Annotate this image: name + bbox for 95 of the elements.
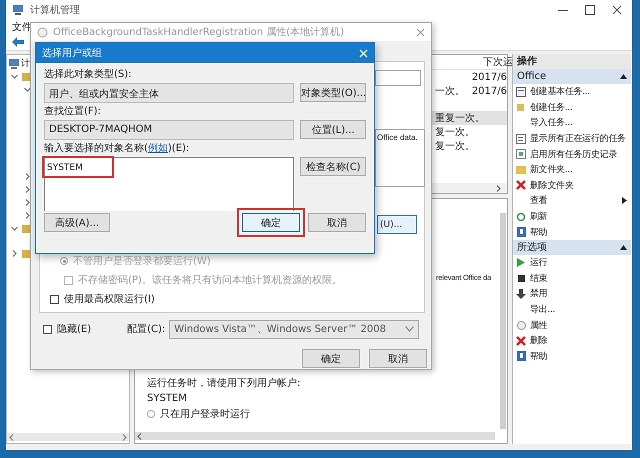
field-label: 输入要选择的对象名称(例如)(E):	[44, 142, 190, 156]
clock-icon	[37, 26, 48, 38]
help-icon	[516, 351, 526, 362]
collapse-arrow-icon[interactable]	[620, 244, 627, 250]
advanced-button[interactable]: 高级(A)...	[44, 213, 110, 232]
object-type-field: 用户、组或内置安全主体	[44, 83, 294, 103]
section-header[interactable]: Office	[513, 69, 631, 84]
tree-item[interactable]: 计	[21, 57, 30, 70]
pane-title: 操作	[513, 54, 631, 69]
text-field[interactable]	[375, 70, 421, 86]
radio-button[interactable]	[147, 410, 155, 418]
action-item[interactable]: 导入任务...	[530, 116, 572, 130]
close-icon[interactable]	[612, 5, 622, 15]
action-item[interactable]: 删除文件夹	[530, 178, 574, 192]
play-icon	[517, 258, 525, 268]
action-item[interactable]: 刷新	[530, 210, 548, 224]
down-arrow-icon	[516, 288, 526, 299]
dialog-button[interactable]: 取消	[369, 349, 427, 368]
radio-button[interactable]	[60, 257, 68, 265]
list-icon	[516, 134, 526, 144]
window-title: 计算机管理	[30, 4, 80, 17]
action-item[interactable]: 帮助	[530, 350, 548, 363]
dialog-button[interactable]: 确定	[302, 349, 360, 368]
scroll-left-icon[interactable]	[9, 434, 14, 440]
back-icon[interactable]	[12, 37, 24, 47]
action-item[interactable]: 帮助	[530, 226, 548, 239]
delete-icon	[516, 180, 526, 190]
field-label: 配置(C):	[127, 322, 166, 336]
action-item[interactable]: 删除	[530, 334, 548, 348]
radio-label: 只在用户登录时运行	[160, 408, 250, 421]
object-types-button[interactable]: 对象类型(O)...	[300, 83, 366, 102]
task-icon	[516, 102, 526, 112]
scrollbar[interactable]	[500, 213, 506, 429]
scrollbar[interactable]	[135, 432, 495, 440]
section-title: Office	[517, 71, 546, 82]
dropdown-value: Windows Vista™、Windows Server™ 2008	[174, 323, 386, 336]
account-name: SYSTEM	[147, 393, 188, 404]
action-item[interactable]: 创建任务...	[530, 100, 572, 114]
chevron-down-icon	[405, 326, 414, 332]
names-field[interactable]: SYSTEM	[44, 157, 294, 211]
help-icon	[516, 227, 526, 238]
ok-button[interactable]: 确定	[242, 213, 300, 232]
scrollbar[interactable]	[7, 433, 129, 441]
checkbox[interactable]	[43, 324, 52, 334]
action-item[interactable]: 创建基本任务...	[530, 85, 590, 98]
table-cell: 2017/6	[472, 72, 507, 82]
scroll-right-icon[interactable]	[122, 434, 127, 440]
dialog-title: 选择用户或组	[42, 46, 102, 60]
section-header[interactable]: 所选项	[513, 240, 631, 255]
scroll-right-icon[interactable]	[496, 184, 501, 192]
section-title: 所选项	[517, 240, 547, 254]
dialog-title: OfficeBackgroundTaskHandlerRegistration 属性(本地计算机)	[53, 26, 344, 39]
action-item[interactable]: 新文件夹...	[530, 163, 572, 176]
checkbox[interactable]	[50, 294, 59, 304]
computer-icon	[12, 4, 24, 16]
account-label: 运行任务时，请使用下列用户帐户:	[147, 376, 302, 390]
computer-icon	[9, 58, 19, 68]
checkbox-label: 使用最高权限运行(I)	[64, 292, 155, 306]
refresh-icon	[516, 212, 526, 222]
collapse-arrow-icon[interactable]	[620, 74, 627, 79]
log-icon	[516, 149, 526, 160]
field-label: 查找位置(F):	[44, 105, 102, 119]
action-item[interactable]: 运行	[530, 256, 548, 270]
maximize-icon[interactable]	[585, 5, 595, 15]
description-field: Office data.	[375, 129, 425, 187]
action-item[interactable]: 属性	[530, 318, 548, 332]
dropdown[interactable]: Windows Vista™、Windows Server™ 2008	[169, 320, 419, 338]
examples-link[interactable]: 例如	[148, 143, 168, 154]
stop-icon	[518, 274, 524, 282]
checkbox-label: 隐藏(E)	[57, 322, 92, 336]
submenu-arrow-icon	[622, 197, 627, 204]
table-cell: 2017/6	[472, 86, 507, 96]
clock-icon	[516, 320, 526, 330]
action-item[interactable]: 结束	[530, 272, 548, 285]
locations-button[interactable]: 位置(L)...	[300, 120, 366, 139]
radio-label: 不管用户是否登录都要运行(W)	[73, 254, 211, 268]
field-label: 选择此对象类型(S):	[44, 68, 133, 82]
action-item[interactable]: 显示所有正在运行的任务	[530, 132, 626, 146]
table-cell: 一次。	[435, 86, 465, 97]
check-names-button[interactable]: 检查名称(C)	[300, 157, 366, 176]
action-item[interactable]: 导出...	[530, 303, 556, 316]
change-user-button[interactable]: (U)...	[377, 215, 417, 234]
action-item[interactable]: 禁用	[530, 287, 548, 300]
scroll-left-icon[interactable]	[137, 432, 142, 440]
delete-icon	[516, 336, 526, 346]
folder-icon	[516, 165, 526, 174]
table-cell: 重复一次。	[435, 113, 485, 124]
action-item[interactable]: 启用所有任务历史记录	[530, 148, 618, 161]
action-item[interactable]: 查看	[530, 194, 548, 208]
location-field: DESKTOP-7MAQHOM	[44, 120, 294, 140]
cancel-button[interactable]: 取消	[308, 213, 366, 232]
column-header[interactable]: 下次运	[483, 55, 513, 69]
menu-item[interactable]: 文件	[12, 20, 32, 34]
calendar-icon	[516, 86, 526, 97]
checkbox-label: 不存储密码(P)。该任务将只有访问本地计算机资源的权限。	[78, 274, 342, 287]
